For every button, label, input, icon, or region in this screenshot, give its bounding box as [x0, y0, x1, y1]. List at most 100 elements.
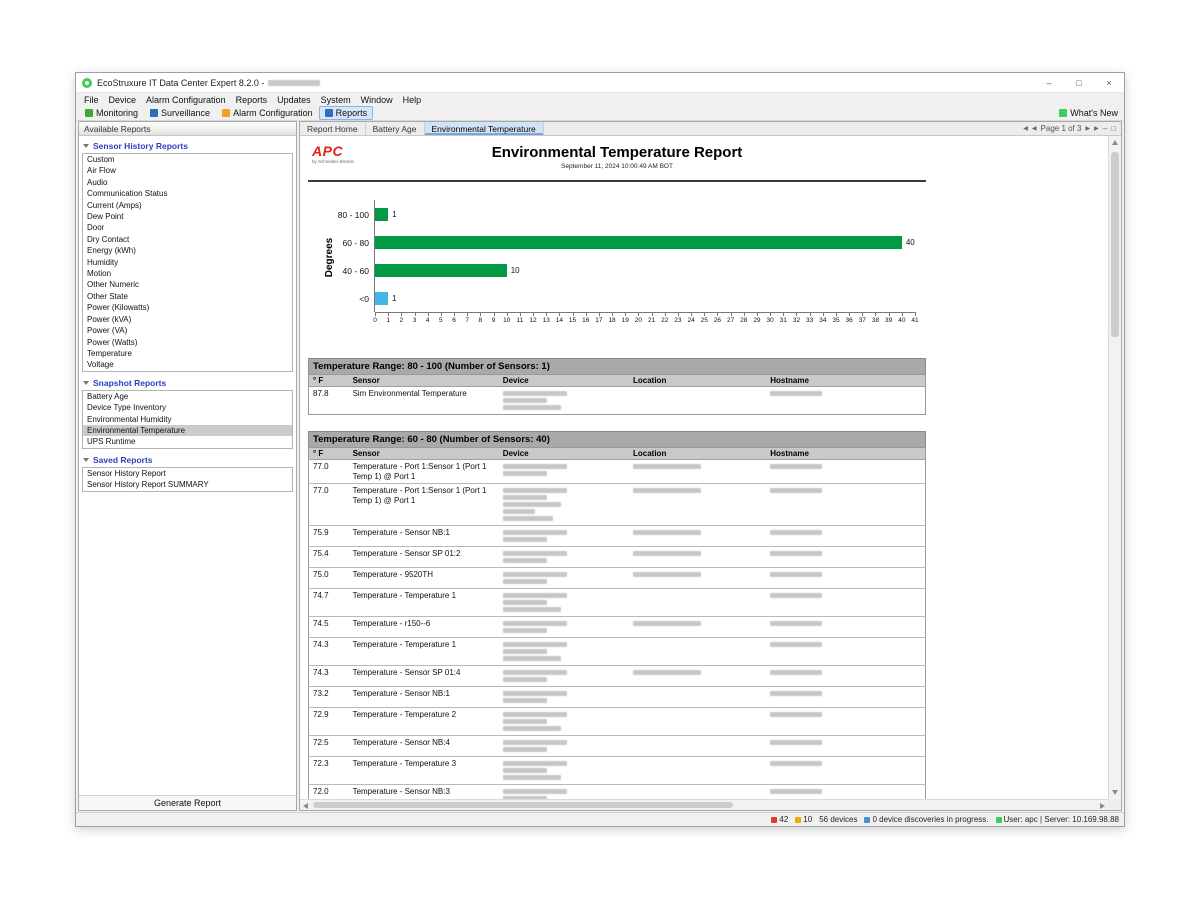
report-item-sensor-history-report-summary[interactable]: Sensor History Report SUMMARY	[83, 479, 292, 490]
report-item-humidity[interactable]: Humidity	[83, 257, 292, 268]
cell-location	[629, 547, 766, 568]
cell-temperature: 75.4	[309, 547, 349, 568]
section-title-sensor-history-reports[interactable]: Sensor History Reports	[82, 138, 293, 153]
view-maximize-icon[interactable]: □	[1111, 124, 1116, 133]
chart-bar	[375, 208, 388, 221]
x-tick	[546, 313, 547, 316]
report-item-temperature[interactable]: Temperature	[83, 348, 292, 359]
section-collapse-icon[interactable]	[83, 458, 89, 462]
previous-page-icon[interactable]: ◀	[1032, 125, 1037, 132]
report-item-air-flow[interactable]: Air Flow	[83, 165, 292, 176]
table-header-row: ° FSensorDeviceLocationHostname	[309, 375, 926, 387]
app-logo-icon	[82, 78, 92, 88]
report-item-motion[interactable]: Motion	[83, 268, 292, 279]
x-tick	[454, 313, 455, 316]
status-text: 0 device discoveries in progress.	[872, 815, 988, 824]
scroll-left-icon[interactable]	[303, 803, 308, 809]
x-tick	[915, 313, 916, 316]
report-item-sensor-history-report[interactable]: Sensor History Report	[83, 468, 292, 479]
table-row: 72.9Temperature - Temperature 2	[309, 708, 926, 736]
x-tick-label: 37	[859, 317, 866, 324]
report-item-door[interactable]: Door	[83, 222, 292, 233]
menu-item-reports[interactable]: Reports	[231, 95, 273, 105]
perspective-alarm-configuration[interactable]: Alarm Configuration	[216, 106, 319, 120]
menu-item-file[interactable]: File	[79, 95, 104, 105]
cell-temperature: 77.0	[309, 484, 349, 526]
scroll-right-icon[interactable]	[1100, 803, 1105, 809]
perspective-monitoring[interactable]: Monitoring	[79, 106, 144, 120]
report-item-energy-kwh[interactable]: Energy (kWh)	[83, 245, 292, 256]
perspective-reports[interactable]: Reports	[319, 106, 374, 120]
x-tick	[401, 313, 402, 316]
menu-item-alarm-configuration[interactable]: Alarm Configuration	[141, 95, 231, 105]
report-item-custom[interactable]: Custom	[83, 154, 292, 165]
close-icon[interactable]: ×	[1094, 73, 1124, 92]
maximize-icon[interactable]: □	[1064, 73, 1094, 92]
menu-item-device[interactable]: Device	[104, 95, 142, 105]
report-item-voltage[interactable]: Voltage	[83, 359, 292, 370]
chart-bar	[375, 292, 388, 305]
section-collapse-icon[interactable]	[83, 381, 89, 385]
generate-report-button[interactable]: Generate Report	[79, 795, 296, 810]
view-minimize-icon[interactable]: –	[1103, 124, 1107, 133]
report-item-communication-status[interactable]: Communication Status	[83, 188, 292, 199]
report-item-dew-point[interactable]: Dew Point	[83, 211, 292, 222]
menu-item-help[interactable]: Help	[398, 95, 427, 105]
minimize-icon[interactable]: –	[1034, 73, 1064, 92]
cell-hostname	[766, 460, 925, 484]
horizontal-scroll-thumb[interactable]	[313, 802, 733, 808]
x-tick	[559, 313, 560, 316]
menu-item-updates[interactable]: Updates	[272, 95, 316, 105]
menu-item-window[interactable]: Window	[356, 95, 398, 105]
report-item-device-type-inventory[interactable]: Device Type Inventory	[83, 402, 292, 413]
report-item-current-amps[interactable]: Current (Amps)	[83, 200, 292, 211]
whats-new-button[interactable]: What's New	[1059, 108, 1124, 118]
report-item-dry-contact[interactable]: Dry Contact	[83, 234, 292, 245]
tab-report-home[interactable]: Report Home	[300, 122, 366, 135]
report-item-power-kilowatts[interactable]: Power (Kilowatts)	[83, 302, 292, 313]
x-tick	[731, 313, 732, 316]
vertical-scroll-thumb[interactable]	[1111, 152, 1119, 337]
x-tick	[875, 313, 876, 316]
report-item-power-kva[interactable]: Power (kVA)	[83, 314, 292, 325]
report-item-power-watts[interactable]: Power (Watts)	[83, 337, 292, 348]
x-tick	[717, 313, 718, 316]
scroll-down-icon[interactable]	[1112, 790, 1118, 795]
tab-environmental-temperature[interactable]: Environmental Temperature	[425, 122, 544, 135]
cell-location	[629, 757, 766, 785]
scroll-up-icon[interactable]	[1112, 140, 1118, 145]
report-item-battery-age[interactable]: Battery Age	[83, 391, 292, 402]
report-item-ups-runtime[interactable]: UPS Runtime	[83, 436, 292, 447]
redacted-device-text	[503, 391, 567, 396]
cell-temperature: 75.0	[309, 568, 349, 589]
cell-hostname	[766, 387, 925, 415]
redacted-location-text	[633, 670, 701, 675]
tab-battery-age[interactable]: Battery Age	[366, 122, 425, 135]
section-title-saved-reports[interactable]: Saved Reports	[82, 452, 293, 467]
last-page-icon[interactable]: ▶	[1094, 125, 1099, 132]
x-tick-label: 26	[714, 317, 721, 324]
cell-location	[629, 617, 766, 638]
report-item-audio[interactable]: Audio	[83, 177, 292, 188]
report-document: APC by Schneider Electric Environmental …	[308, 141, 926, 799]
report-item-environmental-humidity[interactable]: Environmental Humidity	[83, 414, 292, 425]
vertical-scrollbar[interactable]	[1108, 136, 1121, 799]
perspective-surveillance[interactable]: Surveillance	[144, 106, 216, 120]
report-item-other-state[interactable]: Other State	[83, 291, 292, 302]
report-item-power-va[interactable]: Power (VA)	[83, 325, 292, 336]
first-page-icon[interactable]: ◀	[1023, 125, 1028, 132]
redacted-device-text	[503, 579, 547, 584]
cell-hostname	[766, 617, 925, 638]
next-page-icon[interactable]: ▶	[1085, 125, 1090, 132]
horizontal-scrollbar[interactable]	[300, 799, 1108, 810]
section-title-snapshot-reports[interactable]: Snapshot Reports	[82, 375, 293, 390]
column-header-sensor: Sensor	[349, 448, 499, 460]
section-collapse-icon[interactable]	[83, 144, 89, 148]
available-reports-header[interactable]: Available Reports	[79, 122, 296, 136]
report-item-environmental-temperature[interactable]: Environmental Temperature	[83, 425, 292, 436]
report-item-other-numeric[interactable]: Other Numeric	[83, 279, 292, 290]
x-tick-label: 8	[479, 317, 483, 324]
available-reports-panel: Available Reports Sensor History Reports…	[78, 121, 297, 811]
cell-sensor: Temperature - Sensor NB:4	[349, 736, 499, 757]
menu-item-system[interactable]: System	[316, 95, 356, 105]
